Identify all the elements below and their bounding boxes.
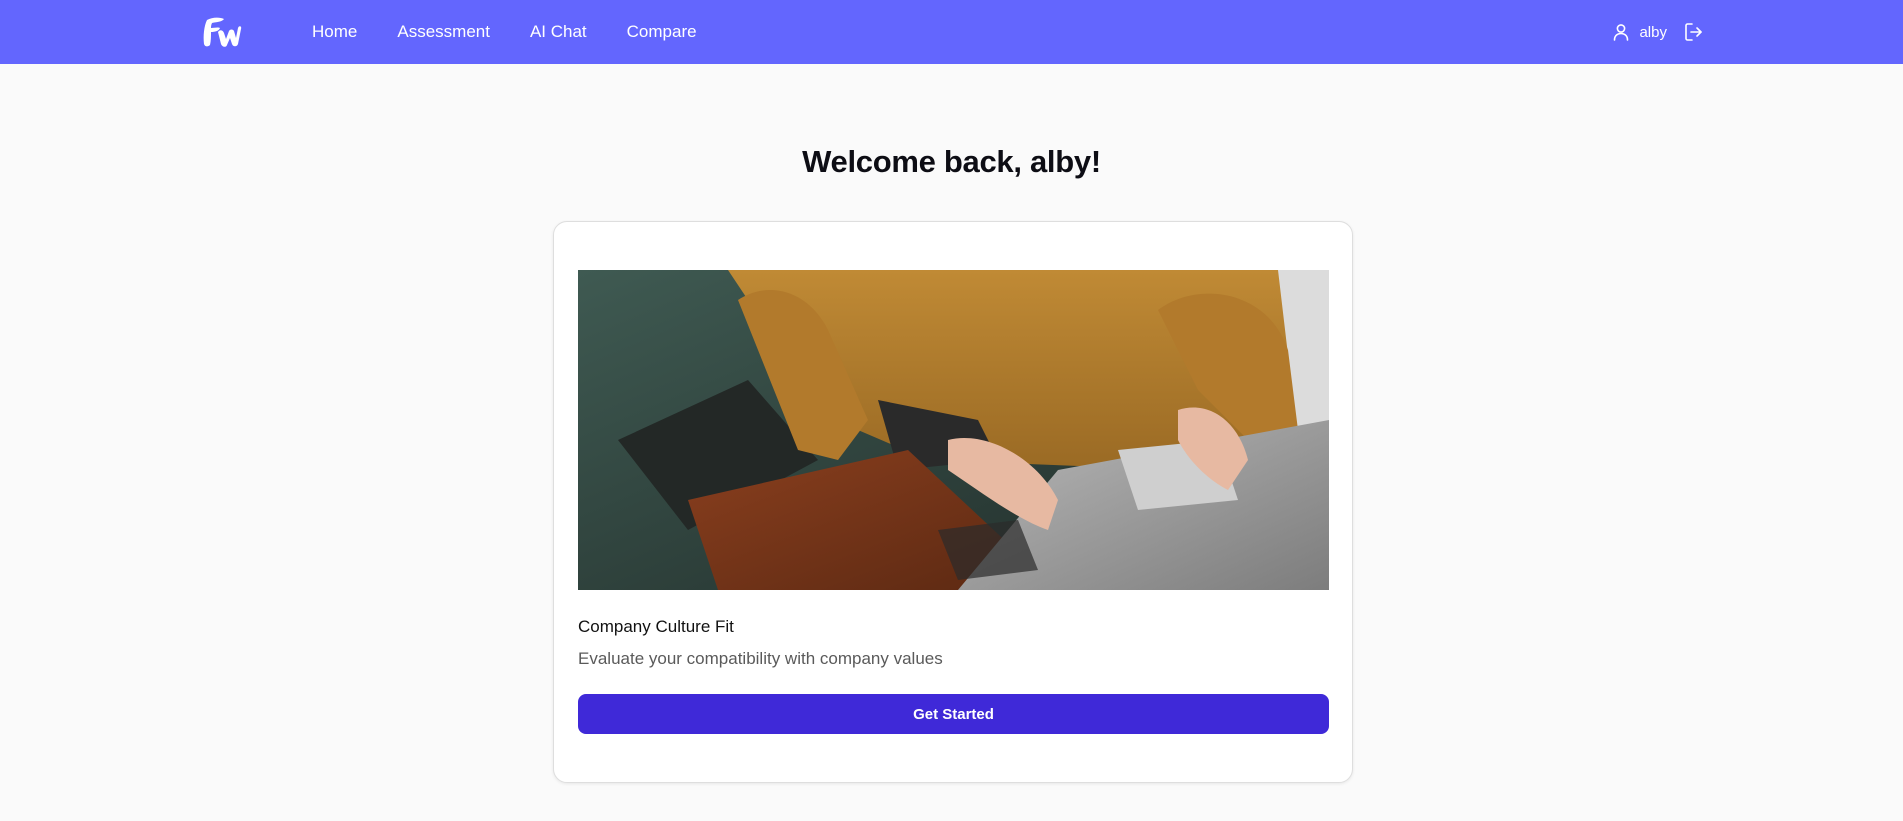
get-started-button[interactable]: Get Started [578,694,1329,734]
assessment-card: Company Culture Fit Evaluate your compat… [553,221,1353,783]
brand-logo-icon[interactable] [200,14,242,50]
user-icon[interactable] [1611,22,1631,42]
card-title: Company Culture Fit [578,617,734,636]
nav-link-ai-chat[interactable]: AI Chat [530,22,587,42]
nav-link-assessment[interactable]: Assessment [397,22,490,42]
card-description: Evaluate your compatibility with company… [578,649,943,668]
nav-link-home[interactable]: Home [312,22,357,42]
welcome-heading: Welcome back, alby! [802,144,1101,179]
logout-icon[interactable] [1683,21,1705,43]
main-nav: Home Assessment AI Chat Compare [312,0,737,64]
nav-link-compare[interactable]: Compare [627,22,697,42]
user-area: alby [1611,0,1705,64]
username-label[interactable]: alby [1639,24,1667,41]
top-navbar: Home Assessment AI Chat Compare alby [0,0,1903,64]
card-image [578,270,1329,590]
